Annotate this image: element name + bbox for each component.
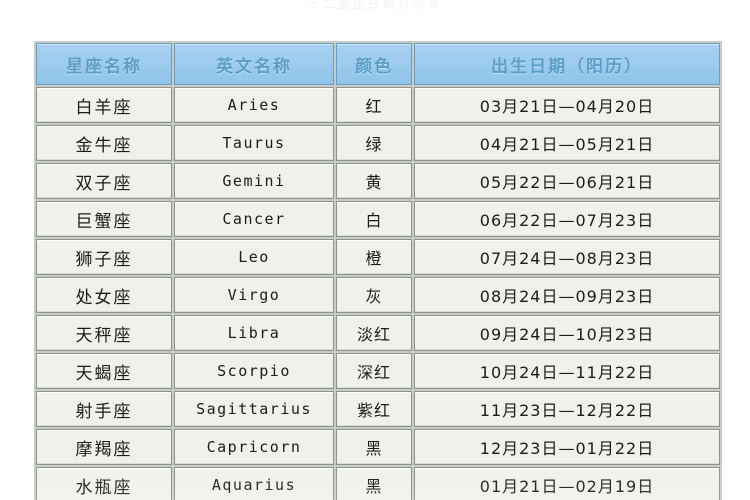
table-row: 巨蟹座 Cancer 白 06月22日—07月23日 bbox=[36, 201, 720, 237]
clipped-page-title: 十二星座日期对照表 bbox=[307, 0, 443, 11]
zodiac-reference-page: 十二星座日期对照表 星座名称 英文名称 颜色 出生日期（阳历） 白羊座 Aries… bbox=[0, 0, 750, 500]
color-cell: 黄 bbox=[336, 163, 412, 199]
birth-date-cell: 01月21日—02月19日 bbox=[414, 467, 720, 500]
color-cell: 紫红 bbox=[336, 391, 412, 427]
color-cell: 黑 bbox=[336, 429, 412, 465]
table-row: 摩羯座 Capricorn 黑 12月23日—01月22日 bbox=[36, 429, 720, 465]
color-cell: 淡红 bbox=[336, 315, 412, 351]
zodiac-name-cell: 金牛座 bbox=[36, 125, 172, 161]
zodiac-name-cell: 狮子座 bbox=[36, 239, 172, 275]
zodiac-name-cell: 射手座 bbox=[36, 391, 172, 427]
birth-date-cell: 04月21日—05月21日 bbox=[414, 125, 720, 161]
table-row: 射手座 Sagittarius 紫红 11月23日—12月22日 bbox=[36, 391, 720, 427]
birth-date-cell: 11月23日—12月22日 bbox=[414, 391, 720, 427]
column-header-color[interactable]: 颜色 bbox=[336, 43, 412, 85]
column-header-birth-date[interactable]: 出生日期（阳历） bbox=[414, 43, 720, 85]
table-header: 星座名称 英文名称 颜色 出生日期（阳历） bbox=[36, 43, 720, 85]
birth-date-cell: 08月24日—09月23日 bbox=[414, 277, 720, 313]
color-cell: 灰 bbox=[336, 277, 412, 313]
english-name-cell: Sagittarius bbox=[174, 391, 334, 427]
zodiac-name-cell: 白羊座 bbox=[36, 87, 172, 123]
table-row: 狮子座 Leo 橙 07月24日—08月23日 bbox=[36, 239, 720, 275]
color-cell: 深红 bbox=[336, 353, 412, 389]
birth-date-cell: 03月21日—04月20日 bbox=[414, 87, 720, 123]
birth-date-cell: 06月22日—07月23日 bbox=[414, 201, 720, 237]
zodiac-name-cell: 处女座 bbox=[36, 277, 172, 313]
birth-date-cell: 07月24日—08月23日 bbox=[414, 239, 720, 275]
birth-date-cell: 12月23日—01月22日 bbox=[414, 429, 720, 465]
english-name-cell: Taurus bbox=[174, 125, 334, 161]
color-cell: 红 bbox=[336, 87, 412, 123]
english-name-cell: Cancer bbox=[174, 201, 334, 237]
table-row: 双子座 Gemini 黄 05月22日—06月21日 bbox=[36, 163, 720, 199]
english-name-cell: Libra bbox=[174, 315, 334, 351]
zodiac-name-cell: 双子座 bbox=[36, 163, 172, 199]
table-header-row: 星座名称 英文名称 颜色 出生日期（阳历） bbox=[36, 43, 720, 85]
birth-date-cell: 09月24日—10月23日 bbox=[414, 315, 720, 351]
column-header-zodiac-name[interactable]: 星座名称 bbox=[36, 43, 172, 85]
zodiac-name-cell: 巨蟹座 bbox=[36, 201, 172, 237]
english-name-cell: Leo bbox=[174, 239, 334, 275]
zodiac-name-cell: 摩羯座 bbox=[36, 429, 172, 465]
zodiac-table-container: 星座名称 英文名称 颜色 出生日期（阳历） 白羊座 Aries 红 03月21日—04… bbox=[34, 41, 722, 500]
birth-date-cell: 10月24日—11月22日 bbox=[414, 353, 720, 389]
column-header-english-name[interactable]: 英文名称 bbox=[174, 43, 334, 85]
table-row: 天秤座 Libra 淡红 09月24日—10月23日 bbox=[36, 315, 720, 351]
zodiac-table: 星座名称 英文名称 颜色 出生日期（阳历） 白羊座 Aries 红 03月21日—04… bbox=[34, 41, 722, 500]
zodiac-name-cell: 天秤座 bbox=[36, 315, 172, 351]
birth-date-cell: 05月22日—06月21日 bbox=[414, 163, 720, 199]
english-name-cell: Capricorn bbox=[174, 429, 334, 465]
color-cell: 橙 bbox=[336, 239, 412, 275]
english-name-cell: Gemini bbox=[174, 163, 334, 199]
table-row: 水瓶座 Aquarius 黑 01月21日—02月19日 bbox=[36, 467, 720, 500]
color-cell: 白 bbox=[336, 201, 412, 237]
color-cell: 黑 bbox=[336, 467, 412, 500]
english-name-cell: Aquarius bbox=[174, 467, 334, 500]
table-row: 天蝎座 Scorpio 深红 10月24日—11月22日 bbox=[36, 353, 720, 389]
english-name-cell: Scorpio bbox=[174, 353, 334, 389]
table-row: 白羊座 Aries 红 03月21日—04月20日 bbox=[36, 87, 720, 123]
table-body: 白羊座 Aries 红 03月21日—04月20日 金牛座 Taurus 绿 04月21日—0… bbox=[36, 87, 720, 500]
zodiac-name-cell: 天蝎座 bbox=[36, 353, 172, 389]
english-name-cell: Virgo bbox=[174, 277, 334, 313]
english-name-cell: Aries bbox=[174, 87, 334, 123]
zodiac-name-cell: 水瓶座 bbox=[36, 467, 172, 500]
color-cell: 绿 bbox=[336, 125, 412, 161]
table-row: 金牛座 Taurus 绿 04月21日—05月21日 bbox=[36, 125, 720, 161]
table-row: 处女座 Virgo 灰 08月24日—09月23日 bbox=[36, 277, 720, 313]
